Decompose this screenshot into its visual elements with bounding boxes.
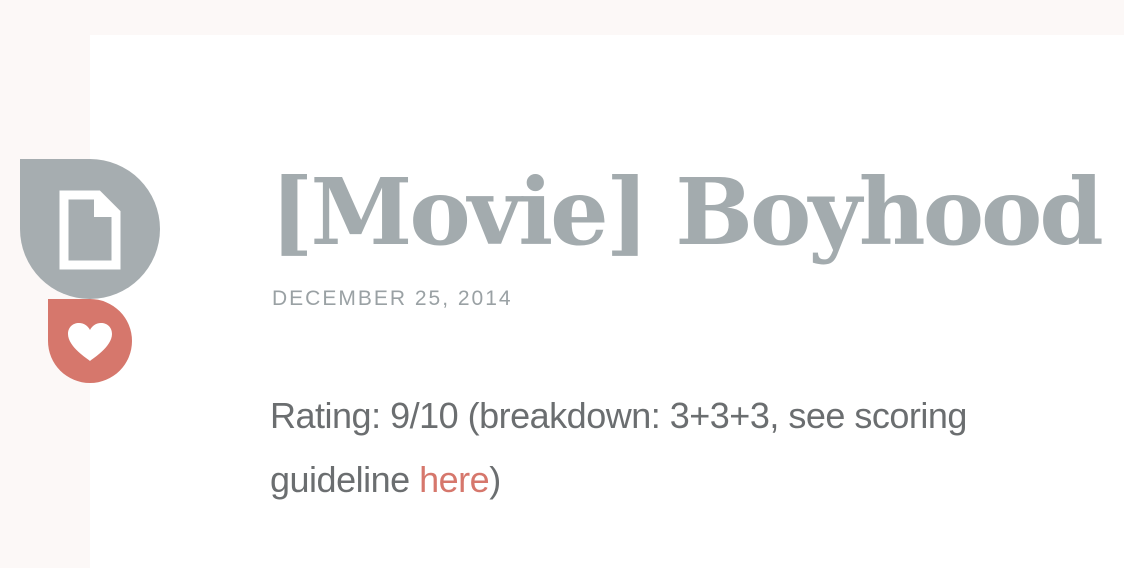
post-title[interactable]: [Movie] Boyhood (270, 152, 1104, 272)
rating-text-end: ) (489, 459, 501, 500)
heart-icon (68, 323, 112, 361)
scoring-guideline-link[interactable]: here (419, 459, 490, 500)
post-format-badge (20, 159, 160, 299)
post-date[interactable]: DECEMBER 25, 2014 (272, 287, 513, 311)
post-body: Rating: 9/10 (breakdown: 3+3+3, see scor… (270, 384, 1070, 512)
like-button[interactable] (48, 299, 132, 383)
page: [Movie] Boyhood DECEMBER 25, 2014 Rating… (0, 0, 1124, 568)
rating-text: Rating: 9/10 (breakdown: 3+3+3, see scor… (270, 395, 967, 500)
document-icon (59, 190, 121, 270)
